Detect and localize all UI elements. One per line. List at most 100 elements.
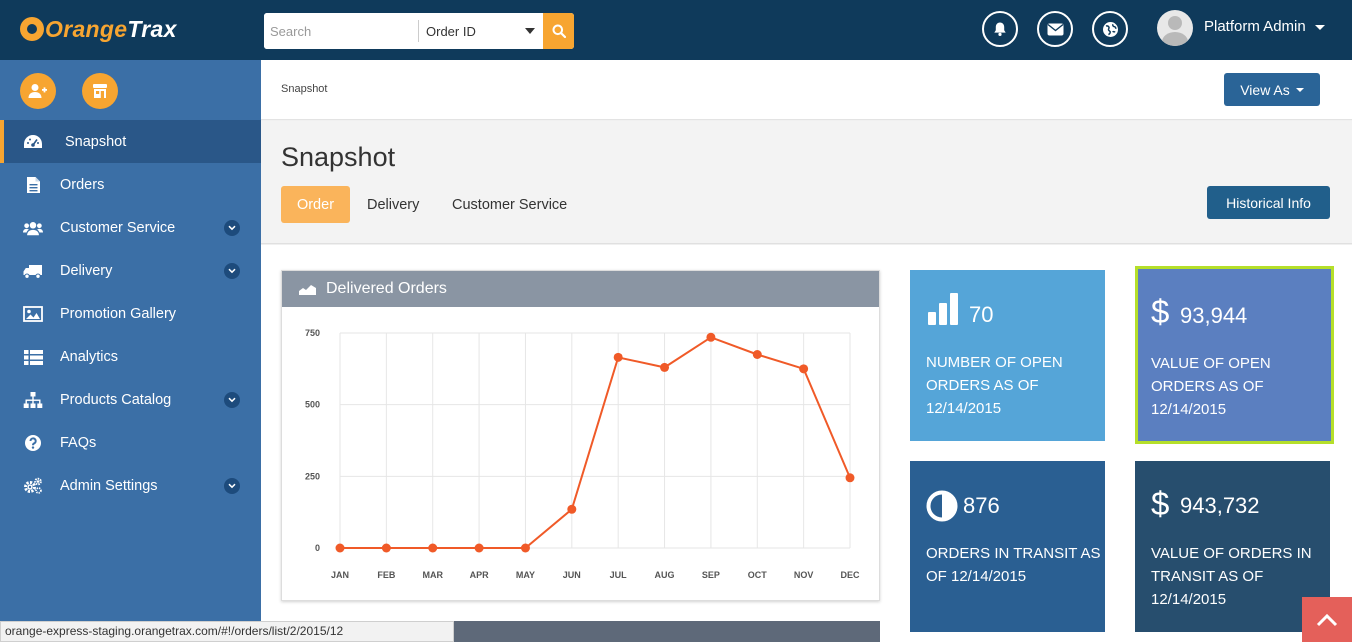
data-point — [428, 543, 438, 553]
sidebar-item-label: Analytics — [60, 348, 119, 365]
panel-title: Delivered Orders — [326, 280, 447, 297]
sidebar-item-delivery[interactable]: Delivery — [0, 249, 261, 292]
sidebar-item-label: Products Catalog — [60, 391, 172, 408]
sidebar-item-snapshot[interactable]: Snapshot — [0, 120, 261, 163]
sidebar-item-label: Customer Service — [60, 219, 176, 236]
sidebar-item-orders[interactable]: Orders — [0, 163, 261, 206]
sidebar-item-admin-settings[interactable]: Admin Settings — [0, 464, 261, 507]
stat-value: 876 — [963, 493, 1000, 518]
series-line — [340, 336, 851, 549]
panel-header: Delivered Orders — [282, 271, 879, 307]
area-chart-icon — [299, 283, 316, 295]
stat-value: 93,944 — [1180, 303, 1248, 328]
search-icon — [552, 24, 566, 38]
historical-info-button[interactable]: Historical Info — [1207, 186, 1330, 219]
question-icon — [23, 433, 43, 453]
chevron-down-icon[interactable] — [224, 263, 240, 279]
sitemap-icon — [23, 390, 43, 410]
user-caret-icon[interactable] — [1315, 25, 1325, 30]
y-tick-label: 250 — [305, 471, 320, 481]
tab-order[interactable]: Order — [281, 186, 350, 223]
delivered-orders-chart: 0 250 500 750 JAN FEB MAR APR MAY JUN JUL AUG SEP OCT… — [305, 328, 860, 580]
image-icon — [23, 304, 43, 324]
tab-customer-service[interactable]: Customer Service — [452, 186, 567, 223]
sidebar-item-customer-service[interactable]: Customer Service — [0, 206, 261, 249]
stat-tile-in-transit-value[interactable]: $ 943,732 VALUE OF ORDERS IN TRANSIT AS … — [1135, 461, 1330, 632]
sidebar-item-label: Snapshot — [65, 133, 127, 150]
data-point — [799, 364, 809, 374]
notifications-button[interactable] — [982, 11, 1018, 47]
chevron-down-icon[interactable] — [224, 392, 240, 408]
search-input[interactable] — [264, 13, 418, 49]
second-panel-header — [454, 621, 880, 642]
view-as-label: View As — [1240, 81, 1290, 98]
store-icon — [93, 84, 107, 98]
half-circle-icon — [926, 490, 958, 522]
sidebar-item-label: Admin Settings — [60, 477, 158, 494]
logo-mark-icon — [20, 17, 44, 41]
scroll-to-top-button[interactable] — [1302, 597, 1352, 642]
add-user-button[interactable] — [20, 73, 56, 109]
bar-chart-icon — [928, 293, 958, 325]
search-bar: Order ID — [264, 13, 574, 49]
x-tick-label: JAN — [331, 570, 349, 580]
stat-tile-open-value[interactable]: $ 93,944 VALUE OF OPEN ORDERS AS OF 12/1… — [1135, 266, 1334, 444]
stat-tile-in-transit[interactable]: 876 ORDERS IN TRANSIT AS OF 12/14/2015 — [910, 461, 1105, 632]
top-bar: OrangeTrax Order ID Platform Admin — [0, 0, 1352, 60]
sidebar: Snapshot Orders Customer Service Deliver… — [0, 60, 261, 642]
search-type-value: Order ID — [426, 23, 476, 39]
data-point — [752, 350, 762, 359]
x-tick-label: SEP — [702, 570, 720, 580]
data-point — [845, 473, 855, 483]
sidebar-item-products-catalog[interactable]: Products Catalog — [0, 378, 261, 421]
data-point — [706, 332, 716, 342]
logo-text-trax: Trax — [127, 15, 177, 42]
document-icon — [23, 175, 43, 195]
language-button[interactable] — [1092, 11, 1128, 47]
sidebar-item-faqs[interactable]: FAQs — [0, 421, 261, 464]
x-tick-label: APR — [470, 570, 490, 580]
search-type-select[interactable]: Order ID — [419, 13, 543, 49]
sidebar-item-promotion-gallery[interactable]: Promotion Gallery — [0, 292, 261, 335]
title-zone: Snapshot Order Delivery Customer Service… — [261, 121, 1352, 244]
data-point — [520, 543, 530, 553]
dashboard-gauge-icon — [23, 132, 43, 152]
globe-icon — [1102, 21, 1118, 37]
avatar[interactable] — [1157, 10, 1193, 46]
stat-label: ORDERS IN TRANSIT AS OF 12/14/2015 — [926, 545, 1101, 585]
user-menu[interactable]: Platform Admin — [1204, 18, 1306, 35]
chevron-down-icon[interactable] — [224, 478, 240, 494]
stat-label: VALUE OF ORDERS IN TRANSIT AS OF 12/14/2… — [1151, 545, 1312, 608]
envelope-icon — [1047, 23, 1063, 35]
cogs-icon — [23, 476, 43, 496]
logo-text-orange: Orange — [45, 15, 128, 42]
breadcrumb[interactable]: Snapshot — [281, 83, 327, 95]
x-tick-label: NOV — [794, 570, 814, 580]
messages-button[interactable] — [1037, 11, 1073, 47]
data-point — [381, 543, 391, 553]
sidebar-item-label: Orders — [60, 176, 105, 193]
store-button[interactable] — [82, 73, 118, 109]
logo[interactable]: OrangeTrax — [20, 14, 177, 44]
data-point — [613, 352, 623, 362]
tab-delivery[interactable]: Delivery — [367, 186, 419, 223]
x-tick-label: OCT — [748, 570, 768, 580]
x-tick-label: DEC — [840, 570, 860, 580]
stat-tile-open-orders[interactable]: 70 NUMBER OF OPEN ORDERS AS OF 12/14/201… — [910, 270, 1105, 441]
search-button[interactable] — [543, 13, 574, 49]
bell-icon — [994, 22, 1006, 36]
chevron-down-icon[interactable] — [224, 220, 240, 236]
users-icon — [23, 218, 43, 238]
x-tick-label: MAY — [516, 570, 535, 580]
stat-value: 943,732 — [1180, 493, 1260, 518]
view-as-button[interactable]: View As — [1224, 73, 1320, 106]
sidebar-item-analytics[interactable]: Analytics — [0, 335, 261, 378]
list-icon — [23, 347, 43, 367]
delivered-orders-panel: Delivered Orders 0 250 500 750 JAN FEB MAR APR M… — [281, 270, 880, 601]
truck-icon — [23, 261, 43, 281]
browser-status-url: orange-express-staging.orangetrax.com/#!… — [0, 621, 454, 642]
y-tick-label: 500 — [305, 400, 320, 410]
caret-down-icon — [525, 28, 535, 34]
dollar-icon: $ — [1151, 485, 1170, 522]
sidebar-nav: Snapshot Orders Customer Service Deliver… — [0, 120, 261, 507]
